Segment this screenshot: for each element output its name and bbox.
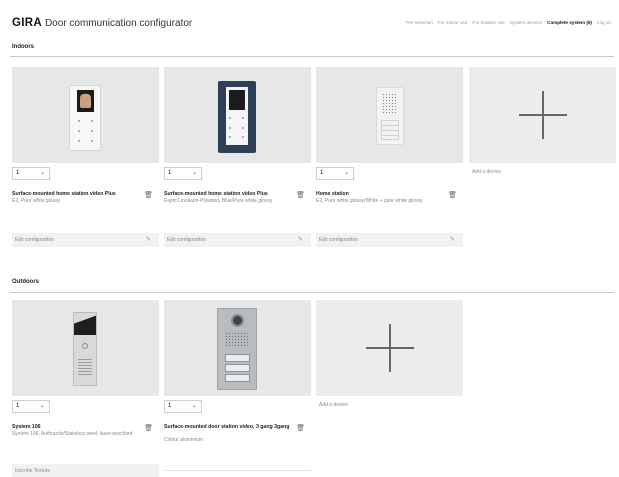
product-name: Surface-mounted home station video Plus <box>12 191 116 197</box>
device-card: 1 ⌄ Surface-mounted door station video, 3… <box>164 300 311 477</box>
product-name: Surface-mounted door station video, 3 ga… <box>164 424 290 430</box>
add-device-button[interactable] <box>469 67 616 163</box>
device-image[interactable] <box>12 300 159 396</box>
chevron-down-icon: ⌄ <box>39 403 45 409</box>
add-device-label[interactable]: Add a device <box>319 402 348 408</box>
add-device-label[interactable]: Add a device <box>472 169 501 175</box>
card-divider <box>164 470 311 471</box>
device-image[interactable] <box>164 67 311 163</box>
product-name: Surface-mounted home station video Plus <box>164 191 268 197</box>
page-title: Door communication configurator <box>44 18 193 29</box>
product-name: Home station <box>316 191 349 197</box>
chevron-down-icon: ⌄ <box>191 170 197 176</box>
pencil-icon: ✎ <box>297 237 303 243</box>
nav-log-on[interactable]: Log on <box>597 20 611 25</box>
home-station-video-white-icon <box>69 85 101 151</box>
device-image[interactable] <box>316 67 463 163</box>
top-bar: GIRA Door communication configurator Pre-… <box>0 0 619 42</box>
section-divider <box>10 56 614 57</box>
quantity-select[interactable]: 1 ⌄ <box>12 400 50 413</box>
nav-system-devices[interactable]: System devices <box>510 20 542 25</box>
edit-configuration-button[interactable]: Edit configuration ✎ <box>316 233 463 247</box>
product-description: E2, Pure white glossy <box>12 198 61 204</box>
system-106-icon <box>73 312 97 386</box>
device-image[interactable] <box>164 300 311 396</box>
device-card: 1 ⌄ Surface-mounted home station video Pl… <box>164 67 311 251</box>
add-device-card[interactable]: Add a device <box>316 300 463 420</box>
add-device-card[interactable]: Add a device <box>469 67 616 187</box>
product-description: Esprit Linoleum-Plywood, Blue/Pure white… <box>164 198 273 204</box>
trash-icon[interactable]: 🗑 <box>296 424 305 432</box>
product-description: E2, Pure white glossy/White + pure white… <box>316 198 423 204</box>
home-station-video-blue-icon <box>218 81 256 153</box>
app-title: GIRA Door communication configurator <box>12 17 192 29</box>
chevron-down-icon: ⌄ <box>343 170 349 176</box>
quantity-select[interactable]: 1 ⌄ <box>164 400 202 413</box>
add-device-button[interactable] <box>316 300 463 396</box>
pencil-icon: ✎ <box>145 237 151 243</box>
device-image[interactable] <box>12 67 159 163</box>
device-card: 1 ⌄ Surface-mounted home station video Pl… <box>12 67 159 251</box>
main-nav: Pre-selection For indoor use For outdoor… <box>406 20 611 25</box>
chevron-down-icon: ⌄ <box>39 170 45 176</box>
chevron-down-icon: ⌄ <box>191 403 197 409</box>
section-divider <box>10 292 614 293</box>
product-name: System 106 <box>12 424 41 430</box>
trash-icon[interactable]: 🗑 <box>144 424 153 432</box>
product-description: Colour aluminium <box>164 437 203 443</box>
section-title-indoors: Indoors <box>12 44 34 50</box>
device-card: 1 ⌄ Home station E2, Pure white glossy/Wh… <box>316 67 463 251</box>
nav-complete-system[interactable]: Complete system (5) <box>547 20 592 25</box>
brand-logo[interactable]: GIRA <box>12 17 42 29</box>
edit-configuration-button[interactable]: Edit configuration ✎ <box>12 233 159 247</box>
quantity-select[interactable]: 1 ⌄ <box>164 167 202 180</box>
trash-icon[interactable]: 🗑 <box>296 191 305 199</box>
trash-icon[interactable]: 🗑 <box>448 191 457 199</box>
inscribe-texture-button[interactable]: Inscribe Texture <box>12 464 159 477</box>
pencil-icon: ✎ <box>449 237 455 243</box>
nav-indoor[interactable]: For indoor use <box>438 20 468 25</box>
device-card: 1 ⌄ System 106 System 106, Anthracite/Sta… <box>12 300 159 477</box>
nav-outdoor[interactable]: For outdoor use <box>472 20 504 25</box>
quantity-select[interactable]: 1 ⌄ <box>12 167 50 180</box>
home-station-icon <box>376 87 404 145</box>
product-description: System 106, Anthracite/Stainless steel, … <box>12 431 133 437</box>
trash-icon[interactable]: 🗑 <box>144 191 153 199</box>
quantity-select[interactable]: 1 ⌄ <box>316 167 354 180</box>
door-station-video-icon <box>217 308 257 390</box>
section-title-outdoors: Outdoors <box>12 279 39 285</box>
nav-pre-selection[interactable]: Pre-selection <box>406 20 433 25</box>
edit-configuration-button[interactable]: Edit configuration ✎ <box>164 233 311 247</box>
